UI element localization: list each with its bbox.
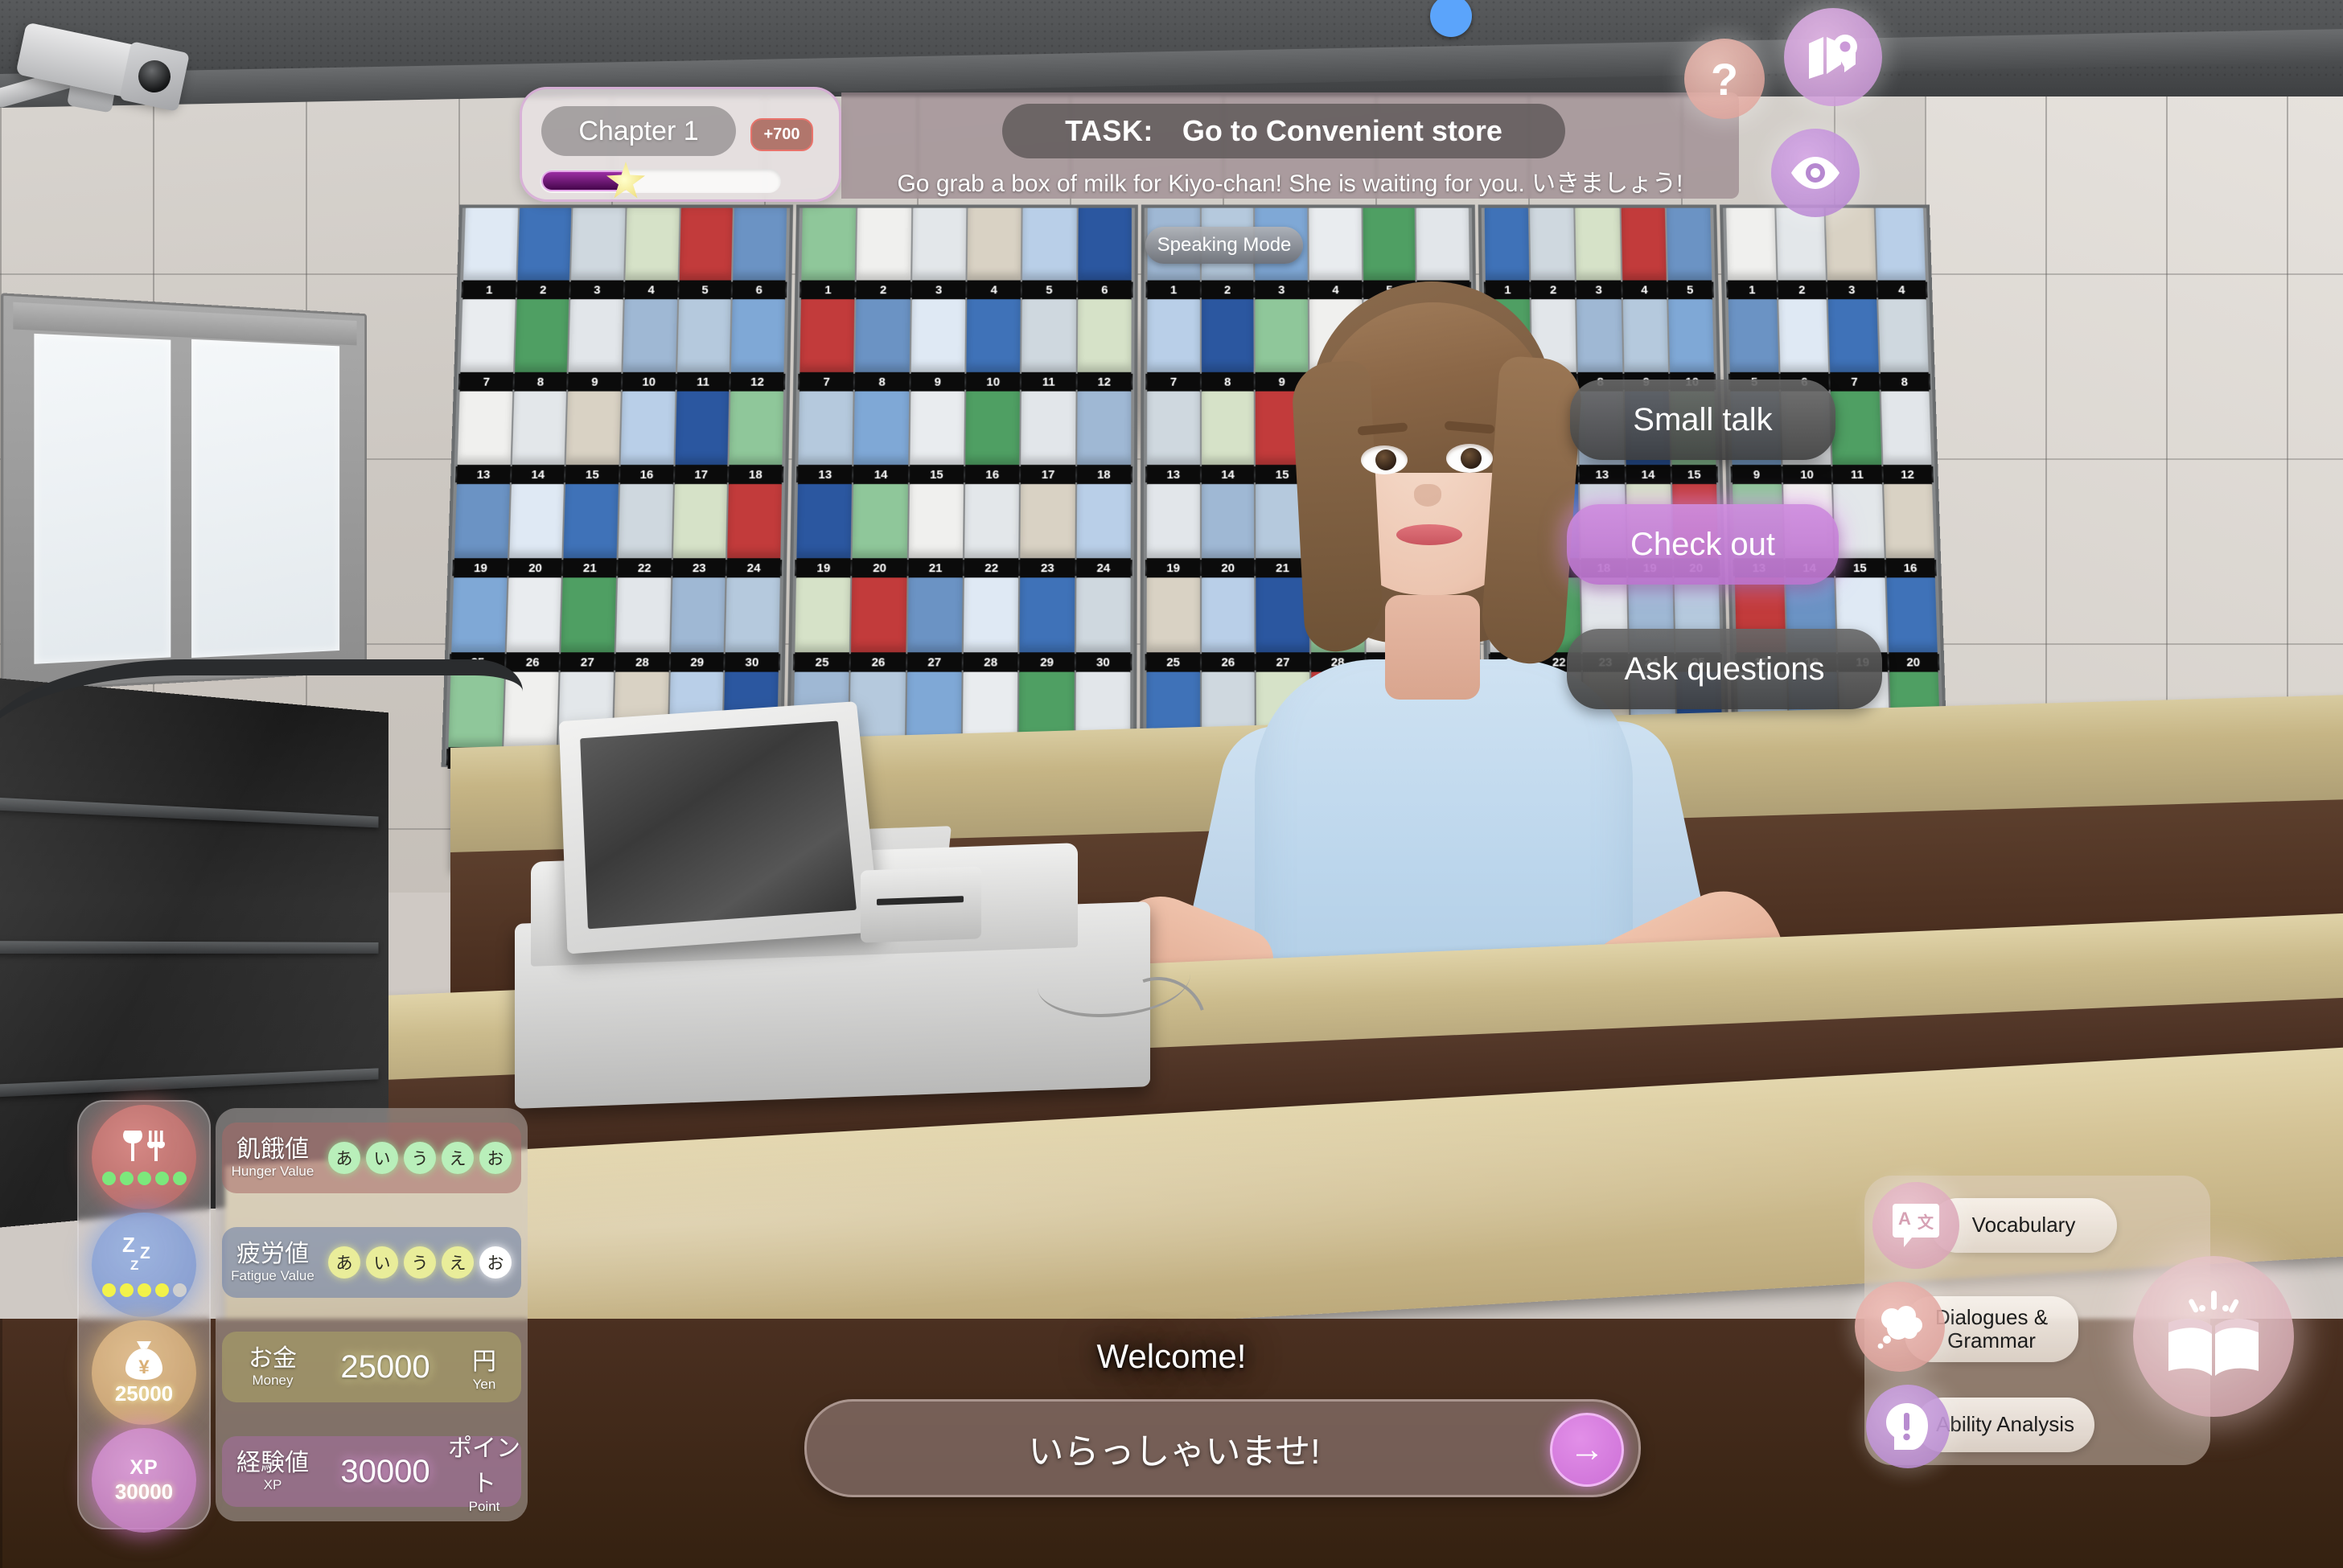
pointer-cursor bbox=[1430, 0, 1472, 37]
status-dot bbox=[119, 1283, 134, 1297]
thought-cloud-icon[interactable] bbox=[1855, 1282, 1945, 1372]
hunger-label-en: Hunger Value bbox=[231, 1163, 314, 1179]
status-dot bbox=[119, 1172, 134, 1185]
hunger-pill: う bbox=[404, 1142, 436, 1174]
svg-text:Z: Z bbox=[140, 1244, 150, 1262]
xp-unit-en: Point bbox=[468, 1499, 500, 1514]
stat-row-xp: 経験値 XP 30000 ポイント Point bbox=[222, 1435, 521, 1514]
fatigue-pill: お bbox=[479, 1246, 512, 1279]
money-unit-en: Yen bbox=[472, 1377, 496, 1392]
stat-row-fatigue: 疲労値 Fatigue Value あいうえお bbox=[222, 1227, 521, 1298]
task-title: Go to Convenient store bbox=[1182, 114, 1502, 147]
svg-text:¥: ¥ bbox=[138, 1357, 150, 1378]
hunger-label-jp: 飢餓値 bbox=[236, 1136, 309, 1164]
game-screen: 1 2 3 4 5 6 7 8 9 10 11 12 13 14 15 16 17 18 19 20 21 22 23 24 2… bbox=[0, 0, 2343, 1568]
hunger-labels: 飢餓値 Hunger Value bbox=[222, 1136, 323, 1180]
xp-icon-label: XP bbox=[129, 1456, 158, 1479]
chapter-label: Chapter 1 bbox=[541, 106, 736, 156]
task-pill: TASK: Go to Convenient store bbox=[1002, 104, 1565, 158]
money-label-en: Money bbox=[252, 1372, 294, 1388]
xp-unit: ポイント Point bbox=[447, 1428, 521, 1515]
dialogue-option-small-talk[interactable]: Small talk bbox=[1570, 380, 1835, 460]
speaking-mode-badge: Speaking Mode bbox=[1145, 227, 1303, 264]
task-banner: TASK: Go to Convenient store Go grab a b… bbox=[841, 92, 1739, 199]
chapter-progress-card: Chapter 1 +700 bbox=[520, 87, 841, 202]
hunger-pill: え bbox=[442, 1142, 474, 1174]
fatigue-pills: あいうえお bbox=[323, 1246, 512, 1279]
money-value: 25000 bbox=[340, 1348, 430, 1385]
xp-icon[interactable]: XP 30000 bbox=[92, 1428, 196, 1533]
hunger-pill: あ bbox=[328, 1142, 360, 1174]
svg-text:文: 文 bbox=[1918, 1213, 1934, 1232]
sleep-zzz-icon[interactable]: Z Z Z bbox=[92, 1213, 196, 1317]
stat-row-money: お金 Money 25000 円 Yen bbox=[222, 1332, 521, 1402]
status-dot bbox=[172, 1172, 187, 1185]
chapter-xp-badge: +700 bbox=[750, 118, 813, 151]
hud-overlay: Chapter 1 +700 TASK: Go to Convenient st… bbox=[0, 0, 2343, 1568]
fatigue-pill: う bbox=[404, 1246, 436, 1279]
svg-text:Z: Z bbox=[130, 1258, 138, 1271]
dialogues-grammar-label: Dialogues & Grammar bbox=[1934, 1304, 2049, 1353]
svg-text:A: A bbox=[1898, 1209, 1911, 1229]
status-dot bbox=[101, 1172, 116, 1185]
money-labels: お金 Money bbox=[222, 1345, 323, 1389]
status-dot bbox=[154, 1283, 169, 1297]
status-dot bbox=[101, 1283, 116, 1297]
fatigue-labels: 疲労値 Fatigue Value bbox=[222, 1241, 323, 1284]
open-book-icon[interactable] bbox=[2133, 1256, 2294, 1417]
xp-label-en: XP bbox=[263, 1476, 282, 1492]
help-glyph: ? bbox=[1710, 53, 1739, 105]
dialogue-option-check-out[interactable]: Check out bbox=[1567, 504, 1839, 585]
fatigue-pill: あ bbox=[328, 1246, 360, 1279]
dialogue-next-button[interactable]: → bbox=[1550, 1413, 1624, 1487]
dialogue-option-ask-questions[interactable]: Ask questions bbox=[1567, 629, 1882, 709]
xp-labels: 経験値 XP bbox=[222, 1450, 323, 1493]
fatigue-dots bbox=[101, 1283, 187, 1297]
fatigue-pill: え bbox=[442, 1246, 474, 1279]
stat-row-hunger: 飢餓値 Hunger Value あいうえお bbox=[222, 1123, 521, 1193]
dialogue-box: いらっしゃいませ! → bbox=[804, 1399, 1641, 1497]
svg-text:Z: Z bbox=[122, 1233, 135, 1257]
hunger-pills: あいうえお bbox=[323, 1142, 512, 1174]
head-exclamation-icon[interactable] bbox=[1866, 1385, 1950, 1468]
chapter-progress-bar bbox=[540, 169, 781, 193]
hunger-pill: お bbox=[479, 1142, 512, 1174]
hunger-pill: い bbox=[366, 1142, 398, 1174]
xp-label-jp: 経験値 bbox=[236, 1450, 309, 1477]
dialogue-line: いらっしゃいませ! bbox=[1028, 1432, 1321, 1472]
fatigue-pill: い bbox=[366, 1246, 398, 1279]
translate-icon[interactable]: A 文 bbox=[1872, 1182, 1959, 1269]
money-bag-icon[interactable]: ¥ 25000 bbox=[92, 1320, 196, 1425]
fatigue-label-jp: 疲労値 bbox=[236, 1241, 309, 1268]
money-unit: 円 Yen bbox=[447, 1341, 521, 1393]
money-icon-value: 25000 bbox=[114, 1381, 174, 1406]
eye-icon[interactable] bbox=[1771, 129, 1860, 217]
status-dot bbox=[137, 1283, 151, 1297]
dg-line2: Grammar bbox=[1947, 1328, 2036, 1353]
help-question-icon[interactable]: ? bbox=[1684, 39, 1765, 119]
status-dot bbox=[154, 1172, 169, 1185]
stats-rows: 飢餓値 Hunger Value あいうえお 疲労値 Fatigue Value… bbox=[216, 1108, 528, 1521]
status-dot bbox=[172, 1283, 187, 1297]
zzz-glyph: Z Z Z bbox=[121, 1233, 167, 1278]
status-dot bbox=[137, 1172, 151, 1185]
money-label-jp: お金 bbox=[249, 1345, 297, 1373]
money-unit-jp: 円 bbox=[472, 1348, 496, 1375]
food-icon[interactable] bbox=[92, 1105, 196, 1209]
player-stats-panel: 飢餓値 Hunger Value あいうえお 疲労値 Fatigue Value… bbox=[77, 1100, 528, 1533]
task-subtitle: Go grab a box of milk for Kiyo-chan! She… bbox=[897, 170, 1683, 197]
map-icon[interactable] bbox=[1784, 8, 1882, 106]
dg-line1: Dialogues & bbox=[1934, 1304, 2049, 1329]
fatigue-label-en: Fatigue Value bbox=[231, 1267, 314, 1283]
xp-unit-jp: ポイント bbox=[448, 1435, 520, 1497]
stats-icon-column: Z Z Z ¥ 25000 XP 30000 bbox=[77, 1100, 211, 1533]
task-label: TASK: bbox=[1065, 114, 1153, 147]
xp-icon-value: 30000 bbox=[114, 1480, 174, 1504]
xp-value: 30000 bbox=[340, 1453, 430, 1489]
hunger-dots bbox=[101, 1172, 187, 1185]
